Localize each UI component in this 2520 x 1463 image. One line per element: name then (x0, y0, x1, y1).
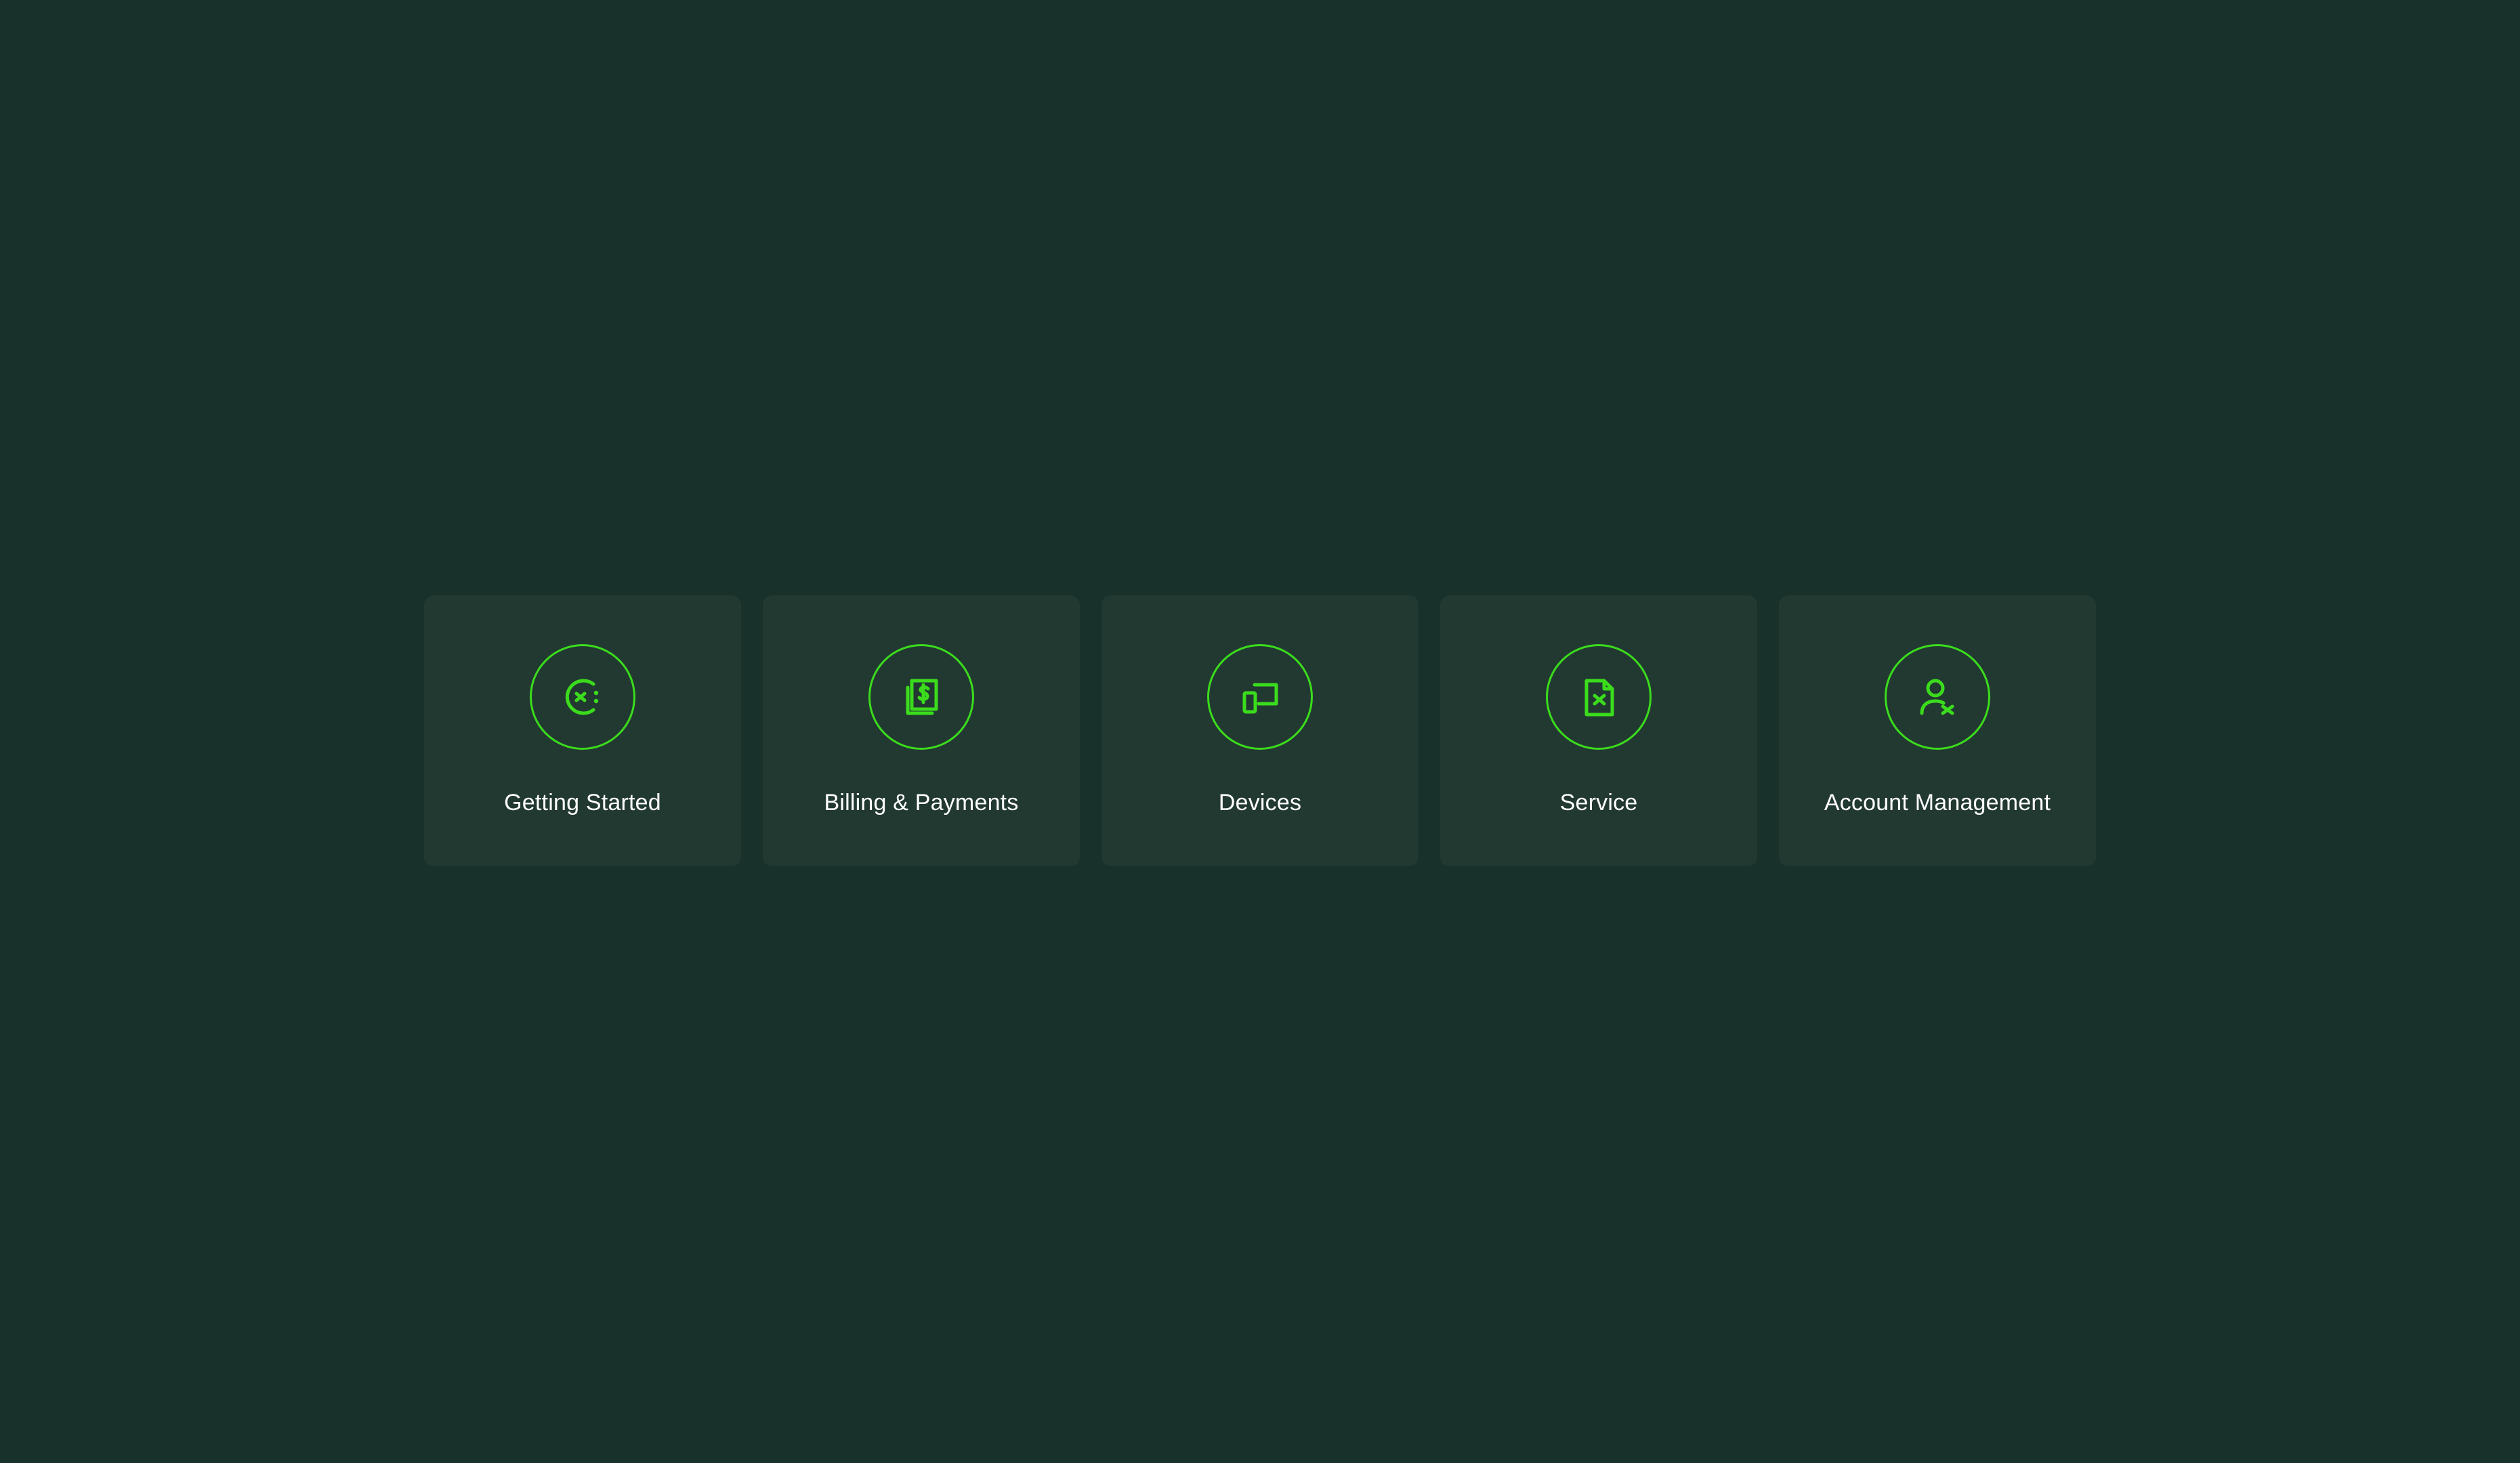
help-topic-tiles: Getting Started Billing & Payments Devic… (424, 595, 2096, 866)
tile-getting-started[interactable]: Getting Started (424, 595, 741, 866)
tile-label: Billing & Payments (824, 790, 1019, 815)
tile-account-management[interactable]: Account Management (1779, 595, 2096, 866)
billing-payments-icon (868, 644, 974, 750)
tile-label: Service (1559, 790, 1638, 815)
tile-label: Account Management (1824, 790, 2051, 815)
getting-started-icon (530, 644, 635, 750)
account-user-icon (1885, 644, 1990, 750)
tile-label: Getting Started (504, 790, 661, 815)
tile-service[interactable]: Service (1440, 595, 1757, 866)
tile-devices[interactable]: Devices (1101, 595, 1419, 866)
tile-billing-payments[interactable]: Billing & Payments (763, 595, 1080, 866)
tile-label: Devices (1218, 790, 1302, 815)
devices-icon (1207, 644, 1313, 750)
service-document-icon (1546, 644, 1652, 750)
